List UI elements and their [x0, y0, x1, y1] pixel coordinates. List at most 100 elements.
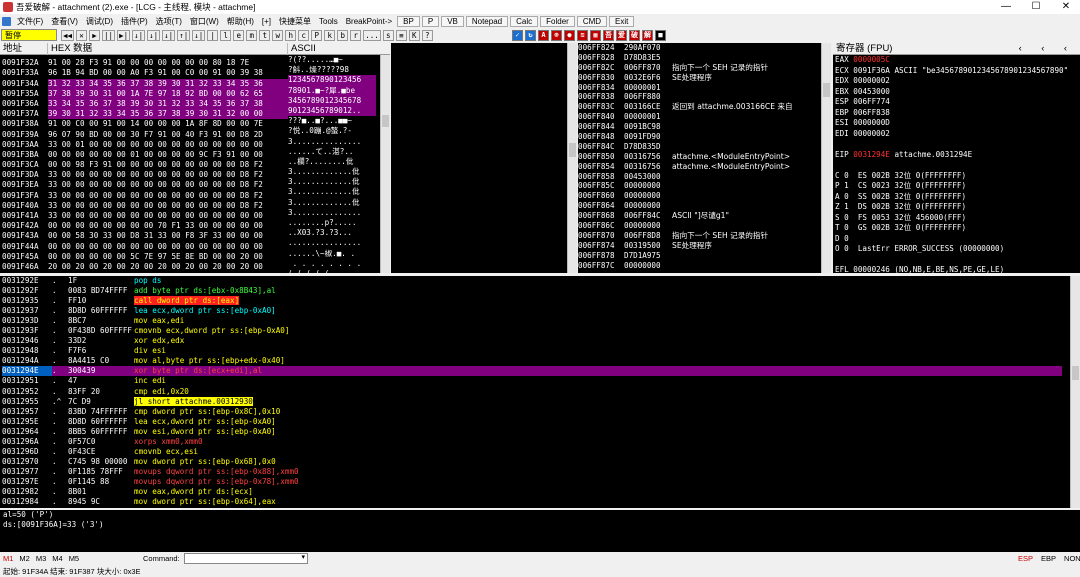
toolbar-button[interactable]: P — [311, 29, 323, 41]
toolbar-button[interactable]: ... — [363, 29, 381, 41]
toolbar-plugin-button[interactable]: ■ — [655, 29, 666, 41]
stack-row[interactable]: 006FF850 00316756 attachme.<ModuleEntryPoi… — [578, 152, 793, 162]
toolbar-button[interactable]: h — [285, 29, 297, 41]
flag-row[interactable]: Z 1 DS 002B 32位 0(FFFFFFFF) — [835, 202, 1068, 213]
toolbar-button[interactable]: m — [246, 29, 258, 41]
menu-file[interactable]: 文件(F) — [13, 16, 47, 27]
plugin-vb-button[interactable]: VB — [441, 15, 464, 27]
register-value[interactable]: 00453000 — [853, 87, 890, 96]
stack-row[interactable]: 006FF868 006FF84C ASCII "]尽谴g1" — [578, 211, 793, 221]
dump-row[interactable]: 0091F32A 91 00 28 F3 91 00 00 00 00 00 00… — [2, 55, 376, 67]
stack-row[interactable]: 006FF85C 00000000 — [578, 181, 793, 191]
toolbar-plugin-button[interactable]: A — [538, 29, 549, 41]
toolbar-button[interactable]: ≡ — [395, 29, 407, 41]
menu-breakpoint[interactable]: BreakPoint-> — [342, 17, 396, 26]
disasm-row[interactable]: 0031292E. 1F pop ds — [2, 276, 1062, 286]
stack-row[interactable]: 006FF858 00453000 — [578, 172, 793, 182]
toolbar-button[interactable]: k — [324, 29, 336, 41]
disasm-row[interactable]: 0031293F. 0F438D 60FFFFF cmovnb ecx,dword … — [2, 326, 1062, 336]
toolbar-button[interactable]: s — [382, 29, 394, 41]
flag-row[interactable]: O 0 LastErr ERROR_SUCCESS (00000000) — [835, 244, 1068, 255]
register-value[interactable]: 0031294E — [853, 150, 890, 159]
toolbar-button[interactable]: e — [233, 29, 245, 41]
menu-options[interactable]: 选项(T) — [152, 16, 186, 27]
register-row[interactable]: ESI 0000000D — [835, 118, 1068, 129]
flag-row[interactable]: D 0 — [835, 234, 1068, 245]
maximize-button[interactable]: ☐ — [1022, 0, 1050, 14]
dump-row[interactable]: 0091F43A 00 00 58 30 33 00 D8 31 33 00 F8… — [2, 228, 376, 240]
disasm-row[interactable]: 00312935. FF10 call dword ptr ds:[eax] — [2, 296, 1062, 306]
toolbar-button[interactable]: ↓| — [147, 29, 161, 41]
stack-row[interactable]: 006FF824 290AF070 — [578, 43, 793, 53]
register-row[interactable]: EDI 00000002 — [835, 129, 1068, 140]
toolbar-button[interactable]: ↓| — [132, 29, 146, 41]
dump-scroll-thumb[interactable] — [382, 115, 389, 127]
stack-row[interactable]: 006FF830 0032E6F6 SE处理程序 — [578, 73, 793, 83]
registers-next-icon[interactable]: ‹ — [1038, 43, 1058, 55]
dump-row[interactable]: 0091F34A 31 32 33 34 35 36 37 38 39 30 31… — [2, 75, 376, 89]
register-value[interactable]: 00000002 — [853, 129, 890, 138]
toolbar-button[interactable]: K — [408, 29, 420, 41]
toolbar-button[interactable]: r — [350, 29, 362, 41]
flag-row[interactable]: S 0 FS 0053 32位 456000(FFF) — [835, 213, 1068, 224]
disasm-row[interactable]: 0031295E. 8D8D 60FFFFFF lea ecx,dword ptr … — [2, 417, 1062, 427]
toolbar-plugin-button[interactable]: 吾 — [603, 29, 614, 41]
register-row[interactable]: ECX 0091F36A ASCII "be345678901234567890… — [835, 66, 1068, 77]
toolbar-button[interactable]: ↓| — [162, 29, 176, 41]
flag-row[interactable]: P 1 CS 0023 32位 0(FFFFFFFF) — [835, 181, 1068, 192]
flag-row[interactable]: A 0 SS 002B 32位 0(FFFFFFFF) — [835, 192, 1068, 203]
dump-row[interactable]: 0091F40A 33 00 00 00 00 00 00 00 00 00 00… — [2, 198, 376, 210]
disasm-row[interactable]: 00312948. F7F6 div esi — [2, 346, 1062, 356]
toolbar-plugin-button[interactable]: 爱 — [616, 29, 627, 41]
toolbar-button[interactable]: ↓| — [192, 29, 206, 41]
toolbar-button[interactable]: c — [298, 29, 310, 41]
disasm-row[interactable]: 00312957. 83BD 74FFFFFF cmp dword ptr ss:[… — [2, 407, 1062, 417]
register-value[interactable]: 00000002 — [853, 76, 890, 85]
menu-debug[interactable]: 调试(D) — [82, 16, 117, 27]
disasm-row[interactable]: 0031294E. 300439 xor byte ptr ds:[ecx+edi]… — [2, 366, 1062, 377]
stack-row[interactable]: 006FF878 D7D1A975 — [578, 251, 793, 261]
toolbar-plugin-button[interactable]: ▦ — [590, 29, 601, 41]
toolbar-plugin-button[interactable]: ⊕ — [551, 29, 562, 41]
none-toggle[interactable]: NONE — [1064, 554, 1080, 563]
toolbar-plugin-button[interactable]: ≋ — [577, 29, 588, 41]
esp-toggle[interactable]: ESP — [1018, 554, 1033, 563]
toolbar-button[interactable]: || — [102, 29, 116, 41]
stack-row[interactable]: 006FF840 00000001 — [578, 112, 793, 122]
disasm-row[interactable]: 00312964. 8BB5 60FFFFFF mov esi,dword ptr … — [2, 427, 1062, 437]
dump-row[interactable]: 0091F3CA 00 00 98 F3 91 00 00 00 00 00 00… — [2, 157, 376, 169]
toolbar-plugin-button[interactable]: ● — [564, 29, 575, 41]
disasm-scrollbar[interactable] — [1070, 276, 1080, 508]
dump-row[interactable]: 0091F47A28 00 28 00 28 00 28 00 28 00 20… — [2, 269, 376, 273]
dump-row[interactable]: 0091F3DA 33 00 00 00 00 00 00 00 00 00 00… — [2, 167, 376, 179]
dump-row[interactable]: 0091F35A 37 38 39 30 31 00 1A 7E 97 18 92… — [2, 85, 376, 99]
toolbar-button[interactable]: w — [272, 29, 284, 41]
flag-row[interactable]: C 0 ES 002B 32位 0(FFFFFFFF) — [835, 171, 1068, 182]
dump-row[interactable]: 0091F46A 20 00 20 00 20 00 20 00 20 00 20… — [2, 259, 376, 271]
plugin-exit-button[interactable]: Exit — [609, 15, 635, 27]
toolbar-button[interactable]: ? — [421, 29, 433, 41]
stack-row[interactable]: 006FF83C 003166CE 返回到 attachme.003166CE 来自 — [578, 102, 793, 112]
blank-scroll-thumb[interactable] — [569, 143, 576, 157]
marker-m2[interactable]: M2 — [19, 554, 29, 563]
register-eip-row[interactable]: EIP 0031294E attachme.0031294E — [835, 150, 1068, 161]
stack-pane[interactable]: 006FF824 290AF070 006FF828 D78D83E5 006FF82C… — [578, 43, 821, 273]
plugin-calc-button[interactable]: Calc — [510, 15, 539, 27]
registers-collapse-icon[interactable]: ‹ — [1061, 43, 1080, 55]
disasm-row[interactable]: 00312955 .^ 7C D9 jl short attachme.0031293… — [2, 396, 1062, 407]
register-value[interactable]: 0000005C — [853, 55, 890, 64]
close-button[interactable]: ✕ — [1052, 0, 1080, 14]
dump-header-ascii[interactable]: ASCII — [288, 43, 388, 55]
dump-row[interactable]: 0091F3FA 33 00 00 00 00 00 00 00 00 00 00… — [2, 187, 376, 199]
command-dropdown-icon[interactable]: ▾ — [301, 553, 305, 561]
disasm-row[interactable]: 00312952. 83FF 20 cmp edi,0x20 — [2, 387, 1062, 397]
dump-row[interactable]: 0091F45A 00 00 00 00 00 00 5C 7E 97 5E 8E… — [2, 249, 376, 261]
registers-prev-icon[interactable]: ‹ — [1016, 43, 1036, 55]
menu-tools[interactable]: Tools — [315, 17, 342, 26]
dump-row[interactable]: 0091F36A 33 34 35 36 37 38 39 30 31 32 33… — [2, 95, 376, 110]
stack-row[interactable]: 006FF874 00319500 SE处理程序 — [578, 241, 793, 251]
stack-row[interactable]: 006FF84C D78D835D — [578, 142, 793, 152]
dump-row[interactable]: 0091F3BA 00 00 00 00 00 00 01 00 00 00 00… — [2, 147, 376, 159]
register-row[interactable]: EAX 0000005C — [835, 55, 1068, 66]
menu-plugins[interactable]: 插件(P) — [117, 16, 152, 27]
